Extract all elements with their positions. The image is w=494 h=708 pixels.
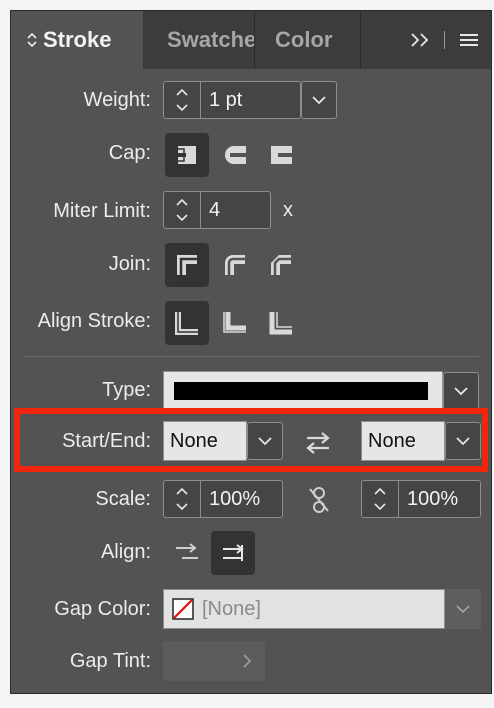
tab-color[interactable]: Color — [255, 11, 361, 69]
unlink-chain-icon — [309, 487, 329, 513]
bevel-join-icon — [271, 255, 291, 275]
stroke-panel: Stroke Swatches Color Weight: 1 pt Cap: — [10, 10, 492, 694]
gap-color-dropdown-button — [445, 589, 481, 629]
section-divider — [23, 356, 479, 357]
collapse-toggle-icon[interactable] — [27, 32, 37, 48]
align-stroke-label: Align Stroke: — [37, 310, 151, 332]
tab-color-label: Color — [275, 27, 333, 52]
miter-join-button[interactable] — [165, 243, 209, 287]
none-swatch-icon — [172, 598, 194, 620]
solid-line-preview — [174, 382, 428, 400]
gap-tint-field — [163, 641, 265, 681]
round-cap-icon — [225, 146, 246, 164]
weight-stepper[interactable] — [164, 82, 201, 118]
chevron-down-icon — [312, 96, 326, 105]
chevron-down-icon — [454, 387, 468, 396]
align-stroke-inside-icon — [223, 312, 246, 333]
join-label: Join: — [108, 253, 151, 275]
round-join-button[interactable] — [213, 243, 257, 287]
chevron-down-icon — [456, 605, 470, 614]
highlight-box — [14, 408, 488, 472]
tab-swatches[interactable]: Swatches — [143, 11, 255, 69]
expand-panels-icon[interactable] — [405, 11, 437, 69]
miter-limit-stepper[interactable] — [164, 192, 201, 228]
arrow-at-path-end-icon — [223, 544, 244, 561]
align-center-button[interactable] — [165, 301, 209, 345]
scale-label: Scale: — [95, 488, 151, 510]
gap-color-select: [None] — [163, 589, 445, 629]
tab-swatches-label: Swatches — [167, 27, 254, 52]
separator-line — [443, 11, 445, 69]
end-scale-value: 100% — [407, 487, 459, 510]
type-select[interactable] — [163, 371, 443, 411]
align-stroke-center-icon — [175, 312, 198, 335]
butt-cap-button[interactable] — [165, 133, 209, 177]
align-outside-button[interactable] — [259, 301, 303, 345]
type-label: Type: — [102, 379, 151, 401]
weight-value: 1 pt — [209, 88, 243, 111]
tab-stroke[interactable]: Stroke — [11, 11, 143, 69]
miter-limit-value: 4 — [209, 198, 221, 221]
panel-menu-icon[interactable] — [455, 11, 483, 69]
round-cap-button[interactable] — [213, 133, 257, 177]
tab-bar: Stroke Swatches Color — [11, 11, 491, 69]
align-stroke-outside-icon — [269, 312, 292, 335]
start-scale-value: 100% — [209, 487, 261, 510]
gap-tint-label: Gap Tint: — [69, 650, 151, 672]
weight-field[interactable]: 1 pt — [163, 81, 301, 119]
bevel-join-button[interactable] — [259, 243, 303, 287]
butt-cap-icon — [174, 146, 196, 164]
miter-limit-field[interactable]: 4 — [163, 191, 271, 229]
start-scale-stepper[interactable] — [164, 481, 201, 517]
gap-color-label: Gap Color: — [54, 598, 151, 620]
end-scale-stepper[interactable] — [362, 481, 399, 517]
miter-limit-label: Miter Limit: — [53, 200, 151, 222]
chevron-right-icon — [243, 654, 252, 668]
projecting-cap-button[interactable] — [259, 133, 303, 177]
weight-dropdown-button[interactable] — [301, 81, 337, 119]
miter-join-icon — [177, 255, 197, 275]
cap-label: Cap: — [108, 142, 151, 164]
start-scale-field[interactable]: 100% — [163, 480, 283, 518]
align-inside-button[interactable] — [213, 301, 257, 345]
type-dropdown-button[interactable] — [443, 372, 479, 410]
tab-stroke-label: Stroke — [43, 27, 112, 52]
gap-color-value: [None] — [202, 597, 261, 620]
place-arrow-at-path-end-button[interactable] — [211, 531, 255, 575]
round-join-icon — [225, 255, 245, 275]
projecting-cap-icon — [271, 146, 292, 164]
arrow-beyond-path-icon — [176, 543, 198, 559]
align-label: Align: — [100, 541, 151, 563]
link-scale-button[interactable] — [307, 485, 333, 515]
miter-limit-suffix: x — [283, 199, 293, 221]
end-scale-field[interactable]: 100% — [361, 480, 481, 518]
extend-arrow-beyond-path-button[interactable] — [165, 531, 209, 575]
weight-label: Weight: — [83, 89, 151, 111]
